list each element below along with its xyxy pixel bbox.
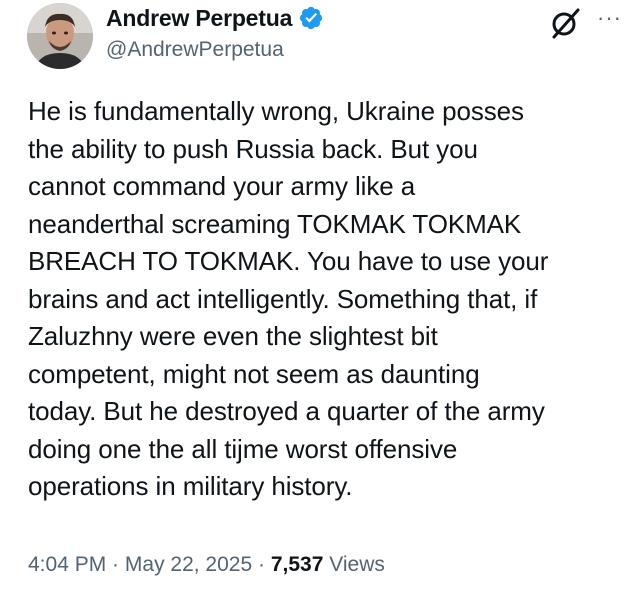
display-name[interactable]: Andrew Perpetua <box>106 5 292 32</box>
views-count: 7,537 <box>270 553 324 576</box>
meta-separator: · <box>106 553 125 576</box>
avatar[interactable] <box>27 3 93 69</box>
handle[interactable]: @AndrewPerpetua <box>106 38 324 62</box>
top-actions: ··· <box>549 6 622 40</box>
tweet-card: Andrew Perpetua @AndrewPerpetua ··· He i… <box>0 0 640 592</box>
more-options-icon[interactable]: ··· <box>597 7 622 29</box>
verified-badge-icon[interactable] <box>298 5 324 31</box>
author-info: Andrew Perpetua @AndrewPerpetua <box>106 4 324 62</box>
display-name-row: Andrew Perpetua <box>106 4 324 32</box>
meta-separator-2: · <box>252 553 271 576</box>
views-label: Views <box>323 553 385 576</box>
tweet-date[interactable]: May 22, 2025 <box>125 553 252 576</box>
tweet-time[interactable]: 4:04 PM <box>28 553 106 576</box>
grok-icon[interactable] <box>549 6 583 40</box>
tweet-text: He is fundamentally wrong, Ukraine posse… <box>28 96 549 501</box>
tweet-meta: 4:04 PM · May 22, 2025 · 7,537 Views <box>28 553 385 577</box>
